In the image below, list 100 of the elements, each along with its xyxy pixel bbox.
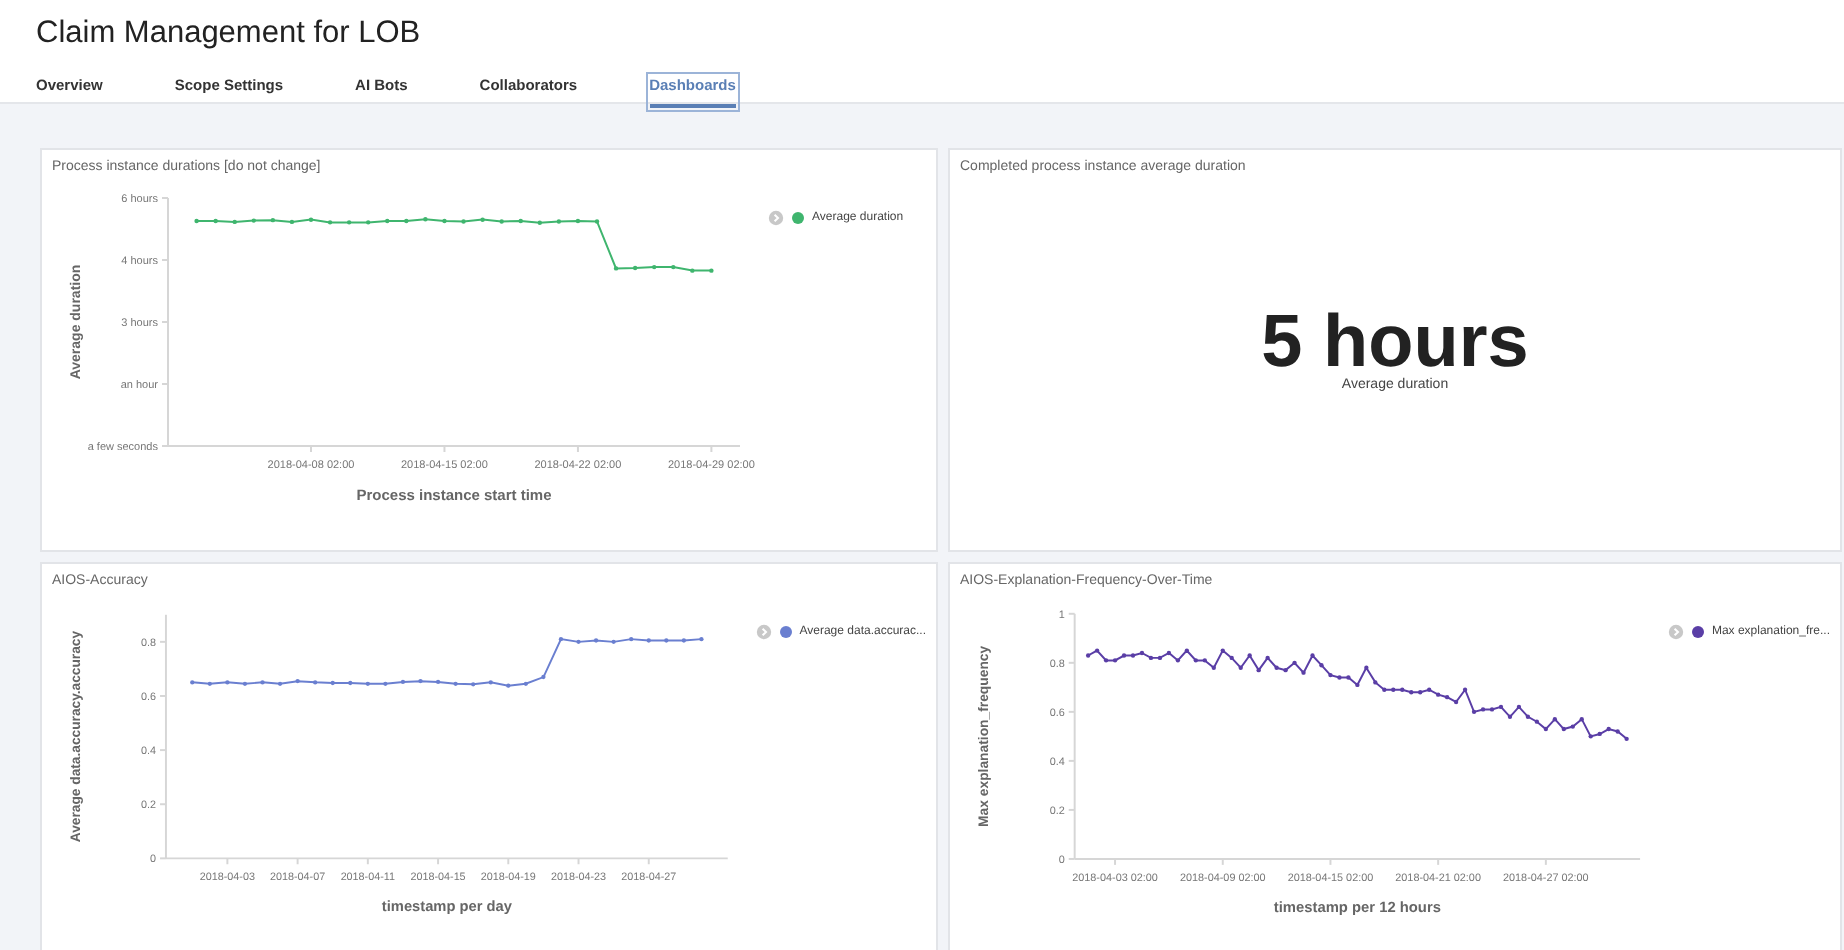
data-point [385, 218, 390, 224]
data-point [1570, 724, 1575, 729]
data-point [613, 266, 619, 271]
data-point [1418, 690, 1423, 695]
data-point [1588, 734, 1593, 739]
data-point [1328, 672, 1333, 678]
data-point [1561, 726, 1566, 732]
data-point [1175, 658, 1181, 663]
data-point [1382, 687, 1387, 692]
data-point [308, 217, 314, 222]
data-point [1130, 653, 1136, 658]
data-point [313, 680, 318, 685]
data-point [1534, 719, 1540, 724]
data-point [1310, 653, 1315, 658]
data-point [1624, 736, 1629, 741]
data-point [1148, 655, 1154, 661]
data-point [541, 674, 546, 680]
data-point [1543, 726, 1549, 732]
data-point [575, 218, 581, 224]
data-point [1283, 668, 1288, 673]
data-point [1166, 650, 1172, 656]
data-point [1471, 709, 1477, 715]
metric-value: 5 hours [1261, 304, 1529, 378]
circle-chevron-icon[interactable] [755, 624, 772, 640]
data-point [1615, 729, 1620, 734]
data-point [593, 638, 599, 643]
data-point [1274, 665, 1279, 670]
data-point [1462, 687, 1468, 692]
data-point [1085, 653, 1091, 658]
data-point [1301, 670, 1306, 675]
data-point [346, 220, 352, 225]
data-point [499, 219, 504, 224]
data-point [366, 220, 371, 225]
data-point [383, 681, 388, 686]
data-point [632, 265, 638, 271]
data-point [260, 680, 265, 685]
circle-chevron-icon[interactable] [768, 210, 784, 226]
data-point [709, 268, 714, 273]
data-point [461, 219, 466, 224]
data-point [518, 218, 523, 224]
data-point [1444, 694, 1450, 700]
data-point [1373, 680, 1378, 685]
circle-chevron-icon[interactable] [1667, 624, 1684, 640]
data-point [453, 681, 458, 686]
data-point [1184, 648, 1190, 653]
data-point [289, 219, 295, 225]
data-point [1391, 687, 1396, 692]
data-point [506, 683, 511, 688]
data-point [646, 638, 651, 643]
data-point [1121, 653, 1127, 658]
data-point [1516, 704, 1522, 710]
data-point [488, 680, 493, 685]
data-point [225, 680, 230, 685]
data-point [1220, 648, 1225, 653]
data-point [1094, 648, 1100, 653]
data-point [1337, 675, 1342, 680]
data-point [1489, 707, 1495, 712]
data-point [537, 220, 542, 225]
data-point [190, 680, 195, 685]
data-point [1292, 660, 1297, 665]
data-point [1211, 665, 1216, 670]
data-point [1238, 665, 1243, 670]
data-point [1525, 714, 1531, 719]
data-point [1319, 663, 1324, 668]
data-point [232, 219, 237, 225]
data-point [1507, 714, 1513, 719]
data-point [213, 218, 218, 224]
data-point [1256, 668, 1261, 673]
data-point [277, 681, 283, 686]
data-point [1202, 658, 1207, 663]
data-point [611, 639, 616, 644]
data-point [442, 218, 447, 224]
data-point [1112, 658, 1118, 663]
data-point [1103, 658, 1109, 663]
data-point [1355, 682, 1360, 688]
data-point [404, 218, 409, 224]
data-point [558, 636, 564, 642]
data-point [576, 639, 581, 644]
data-point [1498, 704, 1504, 710]
data-point [523, 681, 528, 686]
data-point [194, 218, 199, 224]
data-point [1247, 653, 1252, 658]
data-point [1409, 690, 1414, 695]
data-point [1606, 726, 1611, 732]
data-point [1597, 731, 1602, 737]
data-point [423, 217, 428, 222]
data-point [480, 217, 485, 222]
data-point [594, 219, 600, 224]
data-point [242, 681, 248, 686]
data-point [1436, 692, 1441, 697]
data-point [1364, 665, 1369, 670]
data-point [1400, 687, 1405, 692]
data-point [681, 638, 686, 643]
data-point [1453, 699, 1459, 705]
data-point [556, 219, 562, 224]
data-point [365, 681, 370, 686]
data-point [1229, 655, 1234, 661]
data-point [1579, 717, 1584, 722]
data-point [1346, 675, 1351, 680]
page-title: Claim Management for LOB [36, 16, 423, 52]
